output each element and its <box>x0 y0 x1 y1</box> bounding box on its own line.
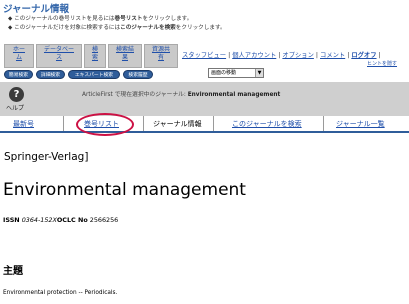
help-line-1: ◆ このジャーナルの巻号リストを見るには巻号リストをクリックします。 <box>8 16 193 22</box>
comment-link[interactable]: コメント <box>320 52 345 59</box>
info-bar <box>0 82 409 116</box>
nav-tab-resource-sharing[interactable]: 資源共有 <box>144 44 178 68</box>
help-icon[interactable]: ? <box>9 87 24 102</box>
personal-account-link[interactable]: 個人アカウント <box>232 52 276 59</box>
help-instructions: ◆ このジャーナルの巻号リストを見るには巻号リストをクリックします。 ◆ このジ… <box>8 15 226 33</box>
journal-title: Environmental management <box>3 180 246 200</box>
subject-value: Environmental protection -- Periodicals. <box>3 290 118 296</box>
selected-journal-context: ArticleFirst で現在選択中のジャーナル: Environmental… <box>82 92 281 98</box>
tabs-underline <box>0 131 409 133</box>
basic-search-button[interactable]: 簡易検索 <box>4 70 33 79</box>
page-jump-select[interactable]: 画面の移動 ▼ <box>208 68 264 78</box>
publisher: Springer-Verlag] <box>4 151 89 163</box>
tab-journal-info[interactable]: ジャーナル情報 <box>153 119 202 129</box>
tab-journal-list[interactable]: ジャーナル一覧 <box>336 119 385 129</box>
tab-search-this-journal[interactable]: このジャーナルを検索 <box>232 119 302 129</box>
expert-search-button[interactable]: エキスパート検索 <box>68 70 120 79</box>
nav-tab-home[interactable]: ホーム <box>4 44 34 68</box>
options-link[interactable]: オプション <box>282 52 313 59</box>
nav-tab-search[interactable]: 検索 <box>84 44 106 68</box>
nav-tab-databases[interactable]: データベース <box>36 44 82 68</box>
help-line-2: ◆ このジャーナルだけを対象に検索するにはこのジャーナルを検索をクリックします。 <box>8 25 226 31</box>
issn-oclc-line: ISSN 0364-152XOCLC No 2566256 <box>3 216 119 224</box>
hide-hints-link[interactable]: ヒントを隠す <box>367 60 397 67</box>
subject-heading: 主題 <box>3 266 23 277</box>
staff-view-link[interactable]: スタッフビュー <box>182 52 226 59</box>
tab-latest-issue[interactable]: 最新号 <box>13 119 34 129</box>
logout-link[interactable]: ログオフ <box>351 52 376 59</box>
page-title: ジャーナル情報 <box>3 4 70 15</box>
highlight-circle <box>76 113 134 136</box>
search-history-button[interactable]: 検索履歴 <box>123 70 153 79</box>
tab-divider <box>143 116 144 131</box>
advanced-search-button[interactable]: 詳細検索 <box>36 70 65 79</box>
tab-divider <box>213 116 214 131</box>
tab-divider <box>63 116 64 131</box>
help-label[interactable]: ヘルプ <box>6 103 24 112</box>
dropdown-arrow-icon: ▼ <box>255 69 263 77</box>
tab-divider <box>323 116 324 131</box>
nav-tab-results[interactable]: 検索結果 <box>108 44 142 68</box>
utility-links: スタッフビュー | 個人アカウント | オプション | コメント | ログオフ | <box>182 52 381 59</box>
